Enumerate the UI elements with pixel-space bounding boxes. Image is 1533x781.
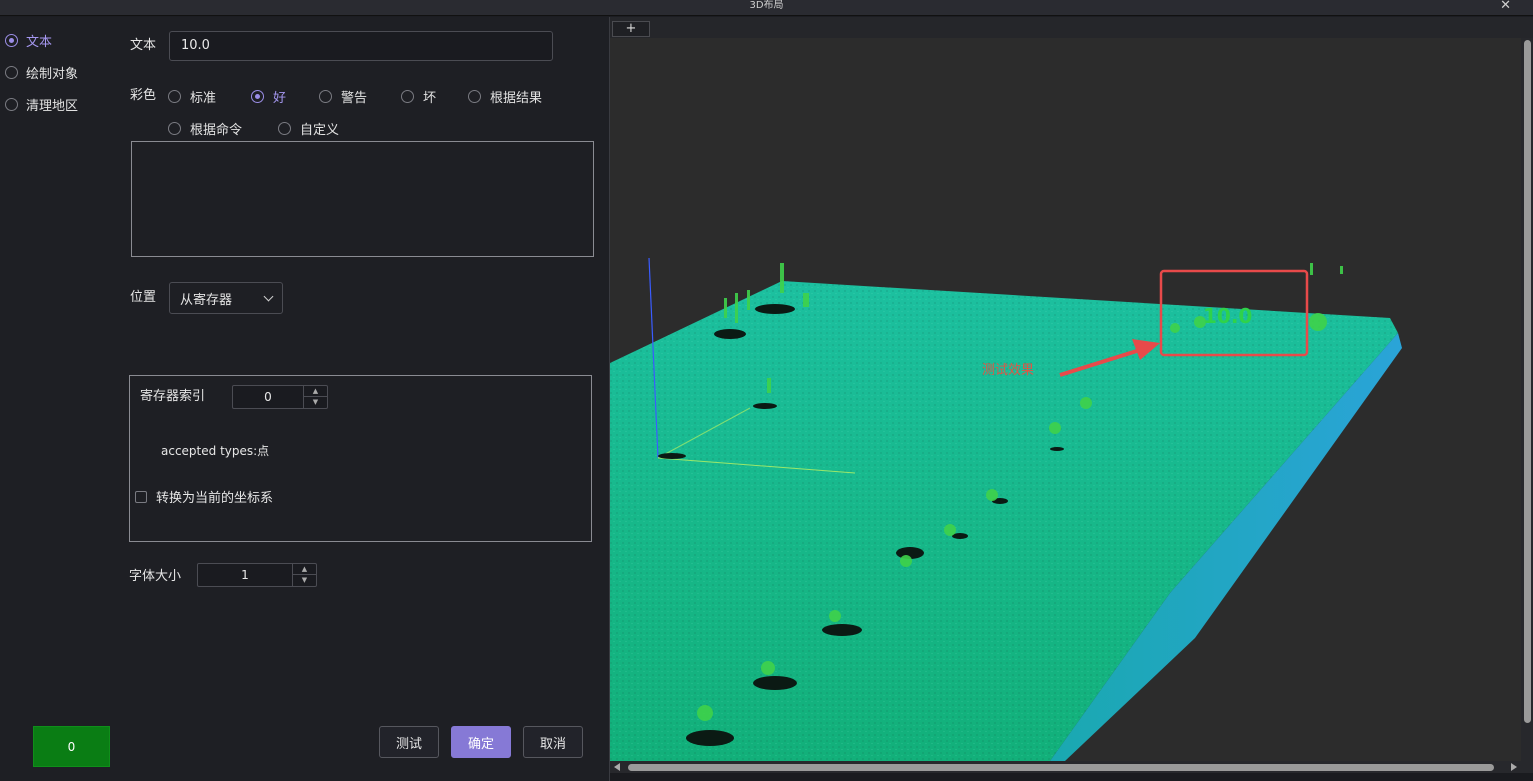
convert-coords-checkbox[interactable]: 转换为当前的坐标系 xyxy=(135,487,273,506)
radio-icon xyxy=(401,89,414,103)
color-option-label: 根据结果 xyxy=(490,90,543,106)
chevron-down-icon xyxy=(263,291,274,301)
radio-icon xyxy=(5,33,18,47)
vertical-scrollbar[interactable] xyxy=(1521,38,1533,773)
mode-radio-text[interactable]: 文本 xyxy=(5,32,53,50)
spin-down-icon[interactable]: ▼ xyxy=(304,397,327,408)
color-option-label: 根据命令 xyxy=(190,122,243,138)
viewer-tab-strip: + xyxy=(610,17,1533,38)
color-option-warning[interactable]: 警告 xyxy=(319,88,368,106)
spin-up-icon[interactable]: ▲ xyxy=(304,386,327,397)
mode-label-text: 文本 xyxy=(26,34,53,50)
status-indicator-button[interactable]: 0 xyxy=(33,726,110,767)
color-option-label: 坏 xyxy=(423,90,437,106)
radio-icon xyxy=(5,97,18,111)
bottom-strip xyxy=(610,773,1533,781)
font-size-label: 字体大小 xyxy=(129,569,182,584)
register-index-value: 0 xyxy=(264,390,272,404)
position-label: 位置 xyxy=(130,290,157,305)
scroll-right-icon[interactable] xyxy=(1511,763,1517,771)
window-title: 3D布局 xyxy=(749,0,784,11)
color-option-bad[interactable]: 坏 xyxy=(401,88,437,106)
convert-coords-label: 转换为当前的坐标系 xyxy=(156,491,274,506)
overlay-value-text: 10.0 xyxy=(1203,304,1252,328)
color-option-by-command[interactable]: 根据命令 xyxy=(168,120,243,138)
register-index-spinbox[interactable]: 0 ▲ ▼ xyxy=(232,385,328,409)
checkbox-icon xyxy=(135,490,147,503)
vertical-scroll-thumb[interactable] xyxy=(1524,40,1531,723)
radio-icon xyxy=(278,121,291,135)
radio-icon xyxy=(468,89,481,103)
cancel-button[interactable]: 取消 xyxy=(523,726,583,758)
font-size-value: 1 xyxy=(241,568,249,582)
custom-text-area[interactable] xyxy=(131,141,594,257)
ok-button[interactable]: 确定 xyxy=(451,726,511,758)
text-input[interactable]: 10.0 xyxy=(169,31,553,61)
settings-panel: 文本 绘制对象 清理地区 文本 10.0 彩色 标准 好 警告 坏 根据结果 根… xyxy=(0,17,609,781)
radio-icon xyxy=(319,89,332,103)
add-tab-button[interactable]: + xyxy=(612,21,650,37)
annotation-text: 测试效果 xyxy=(982,363,1034,378)
mode-label-draw-object: 绘制对象 xyxy=(26,66,79,82)
radio-icon xyxy=(251,89,264,103)
point-cloud-texture xyxy=(610,281,1398,761)
scroll-left-icon[interactable] xyxy=(614,763,620,771)
color-option-label: 自定义 xyxy=(300,122,340,138)
color-option-label: 好 xyxy=(273,90,287,106)
horizontal-scroll-thumb[interactable] xyxy=(628,764,1494,771)
title-bar: 3D布局 ✕ xyxy=(0,0,1533,16)
spin-up-icon[interactable]: ▲ xyxy=(293,564,316,575)
position-select[interactable]: 从寄存器 xyxy=(169,282,283,314)
color-option-label: 标准 xyxy=(190,90,217,106)
text-field-label: 文本 xyxy=(130,38,157,53)
accepted-types-text: accepted types:点 xyxy=(161,444,270,458)
color-option-label: 警告 xyxy=(341,90,368,106)
register-index-label: 寄存器索引 xyxy=(140,389,206,404)
mode-radio-clear-area[interactable]: 清理地区 xyxy=(5,96,79,114)
color-option-good[interactable]: 好 xyxy=(251,88,287,106)
horizontal-scrollbar[interactable] xyxy=(610,761,1521,773)
close-icon[interactable]: ✕ xyxy=(1500,0,1511,13)
color-option-by-result[interactable]: 根据结果 xyxy=(468,88,543,106)
color-option-custom[interactable]: 自定义 xyxy=(278,120,340,138)
radio-icon xyxy=(168,121,181,135)
color-option-standard[interactable]: 标准 xyxy=(168,88,217,106)
register-group: 寄存器索引 0 ▲ ▼ accepted types:点 转换为当前的坐标系 xyxy=(129,375,592,542)
position-select-value: 从寄存器 xyxy=(180,292,233,308)
mode-label-clear-area: 清理地区 xyxy=(26,98,79,114)
mode-radio-draw-object[interactable]: 绘制对象 xyxy=(5,64,79,82)
font-size-spinbox[interactable]: 1 ▲ ▼ xyxy=(197,563,317,587)
3d-viewer[interactable]: + 10.0 测试效果 xyxy=(610,17,1533,781)
radio-icon xyxy=(168,89,181,103)
color-label: 彩色 xyxy=(130,88,157,103)
test-button[interactable]: 测试 xyxy=(379,726,439,758)
radio-icon xyxy=(5,65,18,79)
spin-down-icon[interactable]: ▼ xyxy=(293,575,316,586)
point-cloud-canvas[interactable]: 10.0 测试效果 xyxy=(610,38,1521,761)
